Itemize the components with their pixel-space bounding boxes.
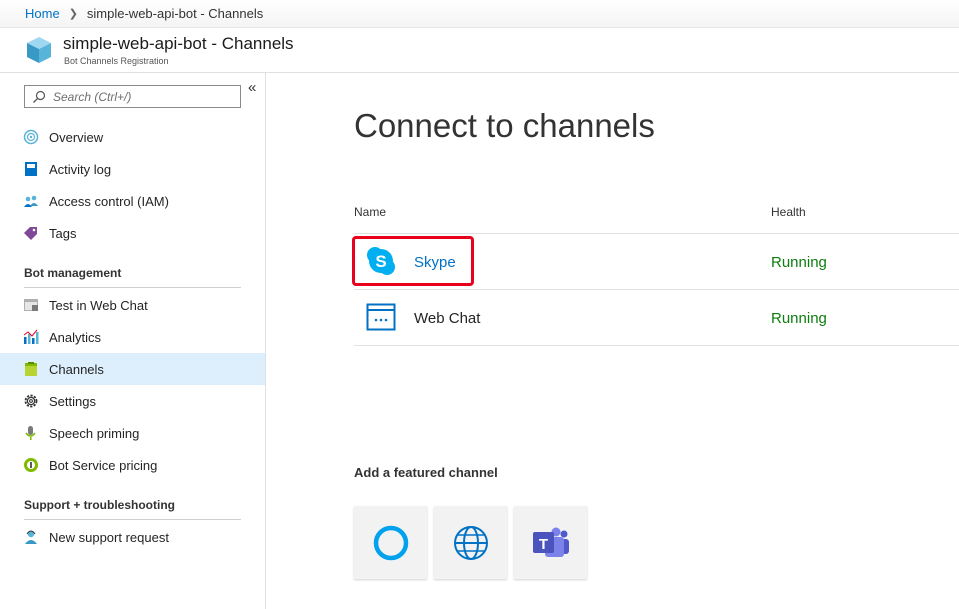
channels-icon: [23, 361, 39, 377]
sidebar-item-channels[interactable]: Channels: [0, 353, 265, 385]
sidebar-item-label: Bot Service pricing: [49, 457, 158, 473]
blade-header: simple-web-api-bot - Channels Bot Channe…: [0, 28, 959, 73]
activity-log-icon: [23, 161, 39, 177]
support-person-icon: [23, 529, 39, 545]
column-header-health: Health: [771, 205, 806, 219]
collapse-sidebar-button[interactable]: «: [248, 79, 256, 96]
globe-icon: [453, 525, 488, 560]
featured-channel-web[interactable]: [434, 506, 507, 579]
sidebar-item-label: Access control (IAM): [49, 193, 169, 209]
sidebar-item-settings[interactable]: Settings: [0, 385, 265, 417]
sidebar-item-access-control[interactable]: Access control (IAM): [0, 185, 265, 217]
sidebar-item-speech-priming[interactable]: Speech priming: [0, 417, 265, 449]
sidebar-item-label: Activity log: [49, 161, 112, 177]
page-title: simple-web-api-bot - Channels: [63, 34, 294, 53]
featured-channel-cortana[interactable]: [354, 506, 427, 579]
sidebar-item-tags[interactable]: Tags: [0, 217, 265, 249]
sidebar-item-overview[interactable]: Overview: [0, 121, 265, 153]
bot-resource-icon: [27, 37, 51, 63]
channel-row-webchat[interactable]: Web Chat Running: [354, 290, 959, 345]
channel-health-status: Running: [771, 254, 827, 271]
section-divider: [24, 519, 241, 520]
pricing-icon: [23, 457, 39, 473]
search-input[interactable]: [53, 89, 233, 104]
sidebar-item-label: Speech priming: [49, 425, 140, 441]
section-title-support: Support + troubleshooting: [24, 498, 175, 512]
column-header-name: Name: [354, 205, 387, 219]
sidebar-item-label: Analytics: [49, 329, 102, 345]
sidebar-item-label: Test in Web Chat: [49, 297, 148, 313]
sidebar: « Overview Activity log Access control (…: [0, 73, 266, 609]
teams-icon: T: [532, 527, 569, 557]
svg-text:T: T: [538, 536, 547, 553]
section-divider: [24, 287, 241, 288]
webchat-test-icon: [23, 297, 39, 313]
chevron-right-icon: ❯: [68, 8, 78, 20]
search-icon: [33, 90, 46, 103]
tag-icon: [23, 225, 39, 241]
analytics-icon: [23, 329, 39, 345]
channel-name-link[interactable]: Web Chat: [414, 310, 480, 327]
channel-health-status: Running: [771, 310, 827, 327]
gear-icon: [23, 393, 39, 409]
section-title-bot-management: Bot management: [24, 266, 122, 280]
sidebar-item-label: New support request: [49, 529, 169, 545]
sidebar-item-activity-log[interactable]: Activity log: [0, 153, 265, 185]
sidebar-item-test-web-chat[interactable]: Test in Web Chat: [0, 289, 265, 321]
featured-channels-heading: Add a featured channel: [354, 465, 498, 480]
breadcrumb: Home ❯ simple-web-api-bot - Channels: [0, 0, 959, 28]
breadcrumb-current: simple-web-api-bot - Channels: [86, 6, 264, 21]
microphone-icon: [23, 425, 39, 441]
webchat-icon: [366, 303, 396, 331]
table-divider: [354, 345, 959, 346]
cortana-icon: [373, 525, 408, 560]
main-heading: Connect to channels: [354, 107, 655, 144]
sidebar-item-label: Settings: [49, 393, 96, 409]
page-subtitle: Bot Channels Registration: [64, 56, 169, 66]
sidebar-item-pricing[interactable]: Bot Service pricing: [0, 449, 265, 481]
sidebar-item-label: Overview: [49, 129, 104, 145]
breadcrumb-home-link[interactable]: Home: [25, 6, 60, 21]
annotation-highlight-box: [352, 236, 474, 286]
sidebar-item-label: Channels: [49, 361, 104, 377]
sidebar-item-label: Tags: [49, 225, 77, 241]
overview-icon: [23, 129, 39, 145]
sidebar-item-analytics[interactable]: Analytics: [0, 321, 265, 353]
featured-channel-teams[interactable]: T: [514, 506, 587, 579]
sidebar-item-new-support-request[interactable]: New support request: [0, 521, 265, 553]
search-box[interactable]: [24, 85, 241, 108]
iam-icon: [23, 193, 39, 209]
